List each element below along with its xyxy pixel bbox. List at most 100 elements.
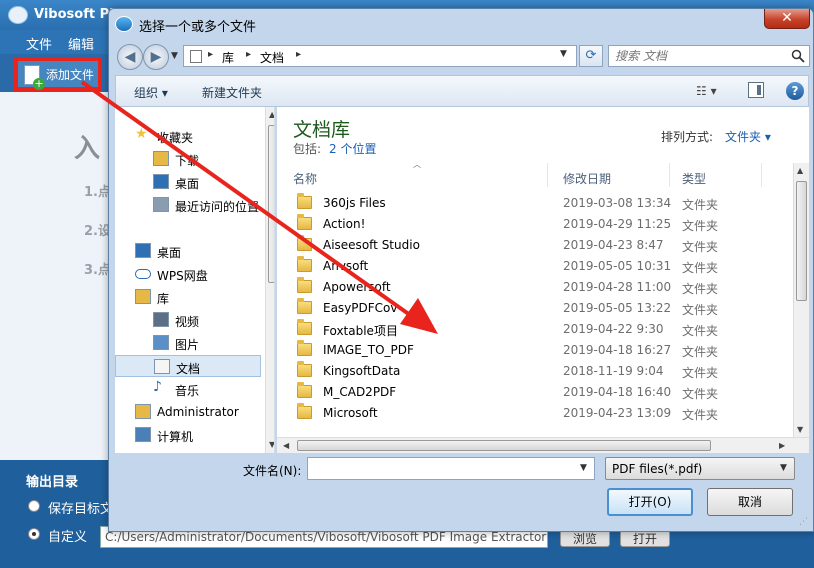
nav-item[interactable]: 图片 xyxy=(115,332,261,354)
filter-dropdown-arrow[interactable]: ▼ xyxy=(780,463,787,473)
nav-scrollbar[interactable]: ▲ ▼ xyxy=(265,107,274,453)
scroll-left-arrow[interactable]: ◀ xyxy=(283,441,289,450)
radio-save-target-label: 保存目标文 xyxy=(48,502,114,517)
new-folder-button[interactable]: 新建文件夹 xyxy=(202,84,262,101)
radio-save-target[interactable] xyxy=(28,500,40,512)
recent-locations-dropdown[interactable]: ▼ xyxy=(171,51,178,61)
filename-dropdown-arrow[interactable]: ▼ xyxy=(580,463,587,473)
file-name: Aiseesoft Studio xyxy=(323,238,420,252)
nav-item[interactable]: Administrator xyxy=(115,401,261,423)
dialog-app-icon xyxy=(115,16,133,32)
file-name: Microsoft xyxy=(323,406,378,420)
column-divider[interactable] xyxy=(547,163,548,187)
nav-item[interactable]: 下载 xyxy=(115,148,261,170)
forward-button[interactable]: ▶ xyxy=(143,44,169,70)
sort-caret-icon: ︿ xyxy=(413,160,421,169)
folder-icon xyxy=(297,277,312,293)
breadcrumb-separator[interactable]: ▸ xyxy=(246,49,251,60)
breadcrumb-separator[interactable]: ▸ xyxy=(296,49,301,60)
change-view-button[interactable]: ☷ ▾ xyxy=(696,84,726,98)
navigation-pane: ★ 收藏夹 下载 桌面 最近访问的位置 桌面 WPS网盘库视频 图片 文档 ♪ 音乐 Administ… xyxy=(115,107,275,453)
nav-item[interactable]: 计算机 xyxy=(115,424,261,446)
file-type: 文件夹 xyxy=(682,198,719,212)
file-row[interactable]: KingsoftData 2018-11-19 9:04 文件夹 xyxy=(293,361,791,382)
nav-item[interactable]: 最近访问的位置 xyxy=(115,194,261,216)
file-row[interactable]: Microsoft 2019-04-23 13:09 文件夹 xyxy=(293,403,791,424)
library-includes-label: 包括: xyxy=(293,142,322,156)
breadcrumb-library[interactable]: 库 xyxy=(222,49,234,66)
scroll-down-arrow[interactable]: ▼ xyxy=(269,440,274,449)
radio-custom[interactable] xyxy=(28,528,40,540)
column-name-header[interactable]: 名称 xyxy=(293,170,317,187)
library-location-icon xyxy=(190,50,202,63)
resize-grip-icon[interactable]: ⋰ xyxy=(799,517,808,527)
nav-item[interactable]: ♪ 音乐 xyxy=(115,378,261,400)
back-button[interactable]: ◀ xyxy=(117,44,143,70)
file-list-hscrollbar[interactable]: ◀ ▶ xyxy=(277,437,809,453)
menu-edit[interactable]: 编辑 xyxy=(68,34,94,53)
file-row[interactable]: EasyPDFCov 2019-05-05 13:22 文件夹 xyxy=(293,298,791,319)
file-name: M_CAD2PDF xyxy=(323,385,397,399)
search-box[interactable] xyxy=(608,45,810,67)
add-file-button[interactable]: 添加文件 xyxy=(14,57,102,91)
close-button[interactable]: ✕ xyxy=(764,9,810,29)
address-bar[interactable]: ▸ 库 ▸ 文档 ▸ ▼ xyxy=(183,45,577,67)
address-dropdown[interactable]: ▼ xyxy=(560,49,567,59)
nav-item[interactable]: 桌面 xyxy=(115,240,261,262)
menu-file[interactable]: 文件 xyxy=(26,34,52,53)
search-input[interactable] xyxy=(615,48,785,64)
column-divider[interactable] xyxy=(669,163,670,187)
file-row[interactable]: Aiseesoft Studio 2019-04-23 8:47 文件夹 xyxy=(293,235,791,256)
preview-pane-icon[interactable] xyxy=(748,82,764,98)
file-list-vscrollbar[interactable]: ▲ ▼ xyxy=(793,163,809,439)
file-row[interactable]: M_CAD2PDF 2019-04-18 16:40 文件夹 xyxy=(293,382,791,403)
filename-field[interactable] xyxy=(310,460,570,477)
breadcrumb-documents[interactable]: 文档 xyxy=(260,49,284,66)
command-bar: 组织 ▾ 新建文件夹 ☷ ▾ ? xyxy=(115,75,809,107)
column-type-header[interactable]: 类型 xyxy=(682,170,706,187)
file-date: 2019-03-08 13:34 xyxy=(563,196,672,210)
desktop-icon xyxy=(135,243,151,258)
nav-item[interactable]: WPS网盘 xyxy=(115,263,261,285)
open-button[interactable]: 打开(O) xyxy=(607,488,693,516)
hscroll-thumb[interactable] xyxy=(297,440,711,451)
scroll-down-arrow[interactable]: ▼ xyxy=(797,425,803,434)
file-row[interactable]: Action! 2019-04-29 11:25 文件夹 xyxy=(293,214,791,235)
nav-item[interactable]: 库 xyxy=(115,286,261,308)
file-type: 文件夹 xyxy=(682,345,719,359)
library-locations-link[interactable]: 2 个位置 xyxy=(329,140,376,157)
refresh-button[interactable]: ⟳ xyxy=(579,45,603,67)
filename-combo[interactable]: ▼ xyxy=(307,457,595,480)
step-1: 1.点 xyxy=(84,185,111,200)
nav-item[interactable]: 视频 xyxy=(115,309,261,331)
file-row[interactable]: Foxtable项目 2019-04-22 9:30 文件夹 xyxy=(293,319,791,340)
nav-item[interactable]: 桌面 xyxy=(115,171,261,193)
file-name: KingsoftData xyxy=(323,364,401,378)
file-date: 2019-04-23 8:47 xyxy=(563,238,664,252)
file-row[interactable]: Apowersoft 2019-04-28 11:00 文件夹 xyxy=(293,277,791,298)
scroll-right-arrow[interactable]: ▶ xyxy=(779,441,785,450)
file-row[interactable]: Anvsoft 2019-05-05 10:31 文件夹 xyxy=(293,256,791,277)
music-icon: ♪ xyxy=(153,379,162,395)
desktop-icon xyxy=(153,174,169,189)
help-icon[interactable]: ? xyxy=(786,82,804,100)
add-file-icon xyxy=(24,65,45,90)
column-divider[interactable] xyxy=(761,163,762,187)
file-type: 文件夹 xyxy=(682,240,719,254)
nav-item[interactable]: ★ 收藏夹 xyxy=(115,125,261,147)
vscroll-thumb[interactable] xyxy=(796,181,807,301)
file-row[interactable]: 360js Files 2019-03-08 13:34 文件夹 xyxy=(293,193,791,214)
file-type-filter[interactable]: PDF files(*.pdf) ▼ xyxy=(605,457,795,480)
breadcrumb-separator[interactable]: ▸ xyxy=(208,49,213,60)
file-type: 文件夹 xyxy=(682,387,719,401)
file-row[interactable]: IMAGE_TO_PDF 2019-04-18 16:27 文件夹 xyxy=(293,340,791,361)
cancel-button[interactable]: 取消 xyxy=(707,488,793,516)
organize-button[interactable]: 组织 ▾ xyxy=(134,84,168,101)
nav-scroll-thumb[interactable] xyxy=(268,125,274,283)
file-name: EasyPDFCov xyxy=(323,301,398,315)
scroll-up-arrow[interactable]: ▲ xyxy=(797,166,803,175)
column-date-header[interactable]: 修改日期 xyxy=(563,170,611,187)
sort-by-dropdown[interactable]: 文件夹 ▾ xyxy=(725,128,771,145)
scroll-up-arrow[interactable]: ▲ xyxy=(269,110,274,119)
nav-item[interactable]: 文档 xyxy=(115,355,261,377)
